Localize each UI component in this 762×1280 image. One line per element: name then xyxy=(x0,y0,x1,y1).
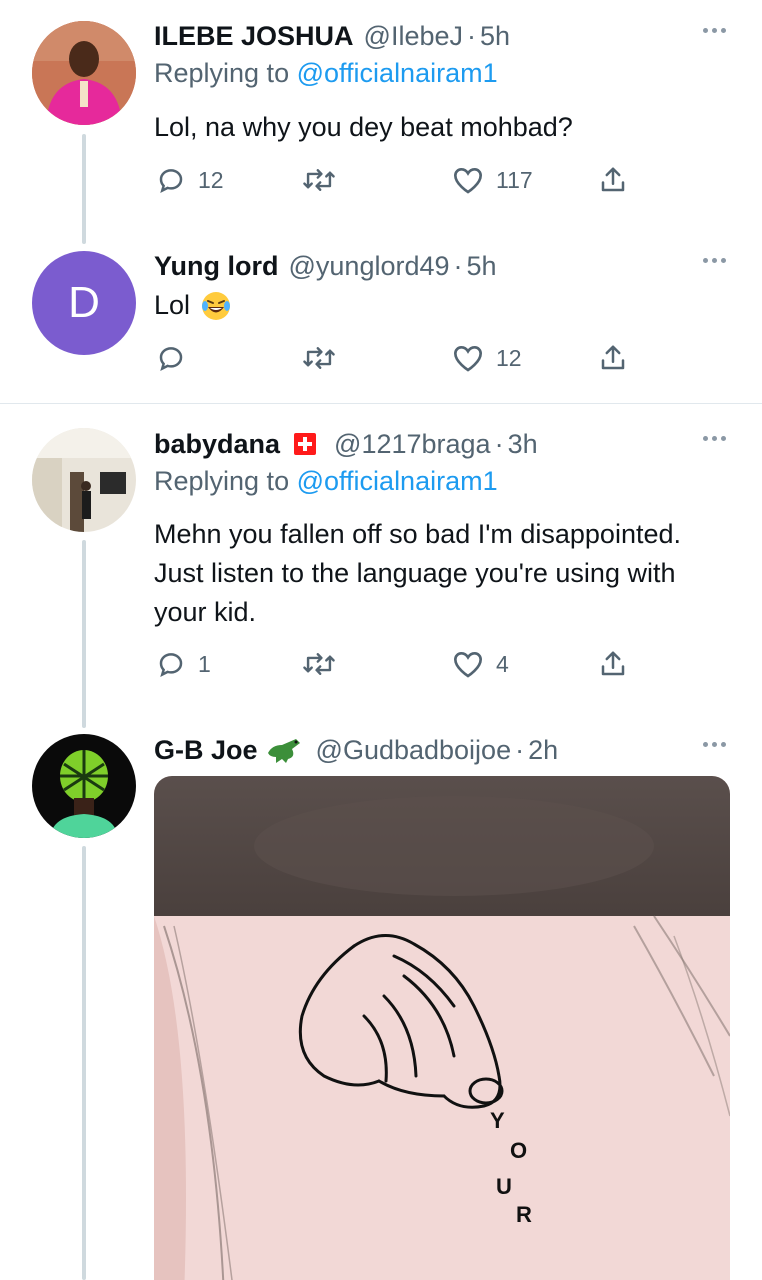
user-handle[interactable]: @Gudbadboijoe xyxy=(316,735,512,766)
retweet-button[interactable] xyxy=(302,646,348,682)
tweet-yung-lord[interactable]: D Yung lord @yunglord49 · 5h Lol 12 xyxy=(0,246,762,404)
timestamp[interactable]: 3h xyxy=(508,429,538,460)
replying-to: Replying to @officialnairam1 xyxy=(154,58,498,89)
more-options-icon[interactable] xyxy=(703,742,726,747)
like-count: 117 xyxy=(496,166,533,193)
reply-icon xyxy=(159,347,183,372)
heart-icon xyxy=(453,651,483,678)
tweet-text-content: Lol xyxy=(154,290,191,320)
display-name[interactable]: Yung lord xyxy=(154,251,279,282)
tweet-actions: 12 xyxy=(154,340,634,376)
reply-button[interactable]: 1 xyxy=(156,646,211,682)
avatar[interactable] xyxy=(32,734,136,838)
tweet-ilebe-joshua[interactable]: ILEBE JOSHUA @IlebeJ · 5h Replying to @o… xyxy=(0,16,762,246)
separator-dot: · xyxy=(494,428,504,459)
retweet-icon xyxy=(303,169,335,191)
tweet-text: Lol, na why you dey beat mohbad? xyxy=(154,112,573,142)
separator-dot: · xyxy=(467,20,477,51)
display-name[interactable]: babydana xyxy=(154,429,280,460)
retweet-button[interactable] xyxy=(302,162,348,198)
like-button[interactable]: 117 xyxy=(452,162,533,198)
avatar[interactable]: D xyxy=(32,251,136,355)
tweet-header: G-B Joe @Gudbadboijoe · 2h xyxy=(154,730,558,770)
separator-dot: · xyxy=(515,734,525,765)
thread-line xyxy=(82,540,86,728)
timestamp[interactable]: 5h xyxy=(467,251,497,282)
thread-line xyxy=(82,846,86,1280)
user-handle[interactable]: @IlebeJ xyxy=(364,21,463,52)
reply-button[interactable] xyxy=(156,340,198,376)
like-button[interactable]: 12 xyxy=(452,340,522,376)
tweet-header: ILEBE JOSHUA @IlebeJ · 5h xyxy=(154,16,510,56)
retweet-button[interactable] xyxy=(302,340,348,376)
more-options-icon[interactable] xyxy=(703,28,726,33)
like-count: 4 xyxy=(496,650,509,677)
reply-icon xyxy=(159,169,183,194)
tweet-media-image[interactable]: Y O U R xyxy=(154,776,730,1280)
timestamp[interactable]: 5h xyxy=(480,21,510,52)
avatar[interactable] xyxy=(32,428,136,532)
retweet-icon xyxy=(303,347,335,369)
share-icon xyxy=(601,167,625,192)
heart-icon xyxy=(453,345,483,372)
tweet-header: babydana @1217braga · 3h xyxy=(154,424,538,464)
share-button[interactable] xyxy=(598,340,628,376)
replying-to: Replying to @officialnairam1 xyxy=(154,466,498,497)
tweet-actions: 1 4 xyxy=(154,646,634,682)
tweet-header: Yung lord @yunglord49 · 5h xyxy=(154,246,497,286)
swiss-flag-icon xyxy=(294,433,317,455)
tattoo-letter-r: R xyxy=(516,1202,532,1227)
reply-count: 1 xyxy=(198,650,211,677)
avatar-letter: D xyxy=(68,278,100,327)
divider xyxy=(0,403,762,404)
replying-prefix: Replying to xyxy=(154,466,290,496)
replying-prefix: Replying to xyxy=(154,58,290,88)
tweet-text: Lol xyxy=(154,286,734,325)
tattoo-letter-u: U xyxy=(496,1174,512,1199)
heart-icon xyxy=(453,167,483,194)
user-handle[interactable]: @yunglord49 xyxy=(289,251,450,282)
replying-mention[interactable]: @officialnairam1 xyxy=(297,466,498,496)
separator-dot: · xyxy=(453,250,463,281)
share-button[interactable] xyxy=(598,162,628,198)
tweet-babydana[interactable]: babydana @1217braga · 3h Replying to @of… xyxy=(0,424,762,730)
more-options-icon[interactable] xyxy=(703,258,726,263)
share-icon xyxy=(601,651,625,676)
avatar[interactable] xyxy=(32,21,136,125)
thread-line xyxy=(82,134,86,244)
like-button[interactable]: 4 xyxy=(452,646,509,682)
display-name[interactable]: G-B Joe xyxy=(154,735,258,766)
display-name[interactable]: ILEBE JOSHUA xyxy=(154,21,354,52)
user-handle[interactable]: @1217braga xyxy=(334,429,491,460)
more-options-icon[interactable] xyxy=(703,436,726,441)
tattoo-letter-y: Y xyxy=(490,1108,505,1133)
tweet-actions: 12 117 xyxy=(154,162,634,198)
reply-button[interactable]: 12 xyxy=(156,162,224,198)
timestamp[interactable]: 2h xyxy=(528,735,558,766)
tattoo-letter-o: O xyxy=(510,1138,528,1163)
crocodile-emoji-icon xyxy=(266,735,306,765)
replying-mention[interactable]: @officialnairam1 xyxy=(297,58,498,88)
share-button[interactable] xyxy=(598,646,628,682)
tweet-text: Mehn you fallen off so bad I'm disappoin… xyxy=(154,519,682,627)
share-icon xyxy=(601,345,625,370)
retweet-icon xyxy=(303,653,335,675)
like-count: 12 xyxy=(496,344,522,371)
reply-icon xyxy=(159,653,183,678)
reply-count: 12 xyxy=(198,166,224,193)
laughing-emoji-icon xyxy=(200,290,232,322)
